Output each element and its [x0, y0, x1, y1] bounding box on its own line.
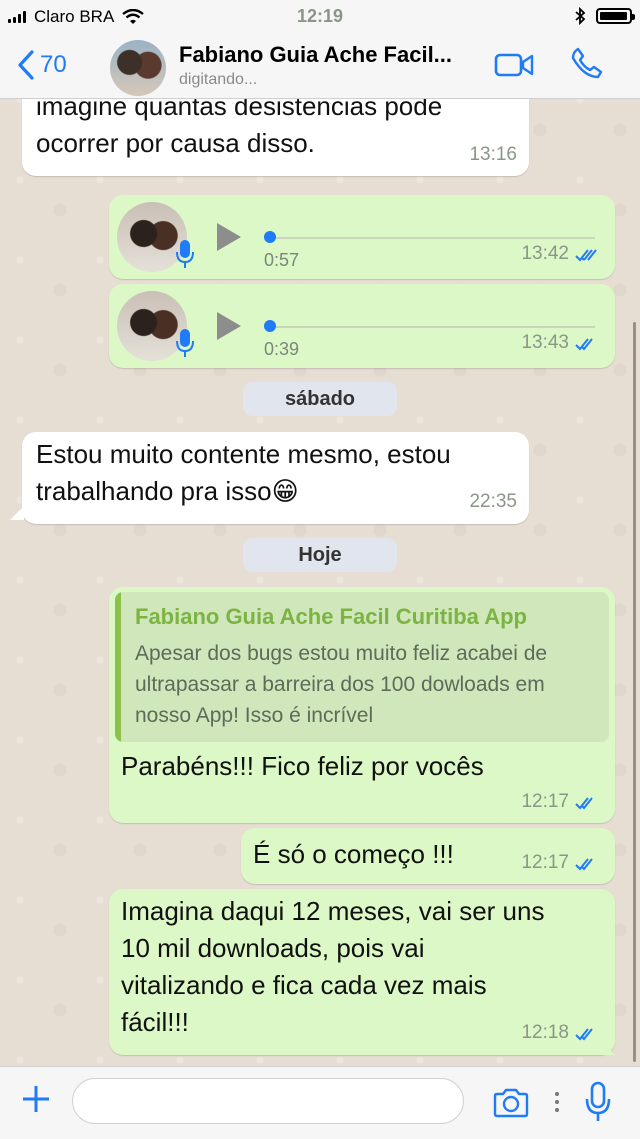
- quote-accent-bar: [115, 592, 121, 742]
- day-separator: Hoje: [243, 538, 397, 572]
- play-icon[interactable]: [217, 223, 241, 251]
- back-button[interactable]: 70: [18, 50, 67, 80]
- outgoing-message[interactable]: Imagina daqui 12 meses, vai ser uns 10 m…: [109, 889, 615, 1055]
- message-time: 12:17: [521, 852, 569, 873]
- contact-name[interactable]: Fabiano Guia Ache Facil...: [179, 42, 479, 68]
- video-call-icon[interactable]: [494, 52, 534, 78]
- double-check-icon: [575, 1028, 593, 1041]
- message-text-line: vitalizando e fica cada vez mais: [121, 970, 487, 1000]
- audio-progress-track[interactable]: [267, 326, 595, 328]
- message-time: 12:17: [521, 791, 569, 812]
- message-text: Parabéns!!! Fico feliz por vocês: [121, 751, 484, 781]
- audio-duration: 0:39: [264, 339, 300, 359]
- audio-scrubber[interactable]: [264, 231, 276, 243]
- double-check-icon: [575, 249, 597, 262]
- incoming-message[interactable]: Estou muito contente mesmo, estou trabal…: [22, 432, 529, 524]
- double-check-icon: [575, 797, 593, 810]
- clock: 12:19: [296, 6, 344, 26]
- message-text-line: Estou muito contente mesmo, estou: [36, 439, 451, 469]
- message-text-line: Imagina daqui 12 meses, vai ser uns: [121, 896, 545, 926]
- message-text-line: ocorrer por causa disso.: [36, 128, 315, 158]
- audio-progress-track[interactable]: [267, 237, 595, 239]
- battery-icon: [596, 8, 635, 24]
- chevron-left-icon: [18, 50, 34, 80]
- mic-icon: [176, 240, 194, 268]
- composer-bar: [0, 1066, 640, 1139]
- chat-scrollbar[interactable]: [633, 322, 636, 1062]
- camera-icon[interactable]: [492, 1087, 530, 1119]
- message-time: 13:43: [521, 332, 569, 353]
- contact-status: digitando...: [179, 71, 258, 88]
- bubble-tail: [601, 1041, 615, 1055]
- plus-icon[interactable]: [20, 1083, 52, 1121]
- outgoing-message[interactable]: É só o começo !!! 12:17: [241, 828, 615, 884]
- outgoing-message[interactable]: Fabiano Guia Ache Facil Curitiba App Ape…: [109, 587, 615, 823]
- contact-avatar[interactable]: [110, 40, 166, 96]
- message-time: 13:16: [469, 144, 517, 165]
- quote-author: Fabiano Guia Ache Facil Curitiba App: [135, 604, 527, 629]
- message-text-line: trabalhando pra isso😁: [36, 476, 299, 506]
- double-check-icon: [575, 338, 593, 351]
- day-separator: sábado: [243, 382, 397, 416]
- mic-icon: [176, 329, 194, 357]
- quote-text-line: Apesar dos bugs estou muito feliz acabei…: [135, 642, 548, 665]
- double-check-icon: [575, 858, 593, 871]
- message-time: 13:42: [521, 243, 569, 264]
- message-text: É só o começo !!!: [253, 839, 454, 869]
- unread-count: 70: [40, 51, 67, 78]
- bluetooth-icon: [575, 7, 586, 25]
- message-text-line: fácil!!!: [121, 1007, 189, 1037]
- more-icon[interactable]: [554, 1091, 560, 1113]
- message-time: 12:18: [521, 1022, 569, 1043]
- audio-duration: 0:57: [264, 250, 300, 270]
- quoted-message[interactable]: Fabiano Guia Ache Facil Curitiba App Ape…: [115, 592, 609, 742]
- message-time: 22:35: [469, 491, 517, 512]
- quote-text-line: nosso App! Isso é incrível: [135, 704, 374, 727]
- audio-scrubber[interactable]: [264, 320, 276, 332]
- phone-icon[interactable]: [570, 46, 604, 80]
- quote-text-line: ultrapassar a barreira dos 100 dowloads …: [135, 673, 545, 696]
- voice-message[interactable]: 0:39 13:43: [109, 284, 615, 368]
- status-bar: Claro BRA 12:19: [0, 0, 640, 36]
- message-input[interactable]: [72, 1078, 464, 1124]
- battery-fill: [600, 12, 627, 20]
- voice-message[interactable]: 0:57 13:42: [109, 195, 615, 279]
- message-text-line: 10 mil downloads, pois vai: [121, 933, 425, 963]
- quote-text: Apesar dos bugs estou muito feliz acabei…: [135, 638, 605, 731]
- bubble-tail: [10, 506, 24, 520]
- plus-icon: [23, 1086, 49, 1112]
- play-icon[interactable]: [217, 312, 241, 340]
- chat-header: 70 Fabiano Guia Ache Facil... digitando.…: [0, 36, 640, 99]
- mic-icon[interactable]: [584, 1081, 612, 1123]
